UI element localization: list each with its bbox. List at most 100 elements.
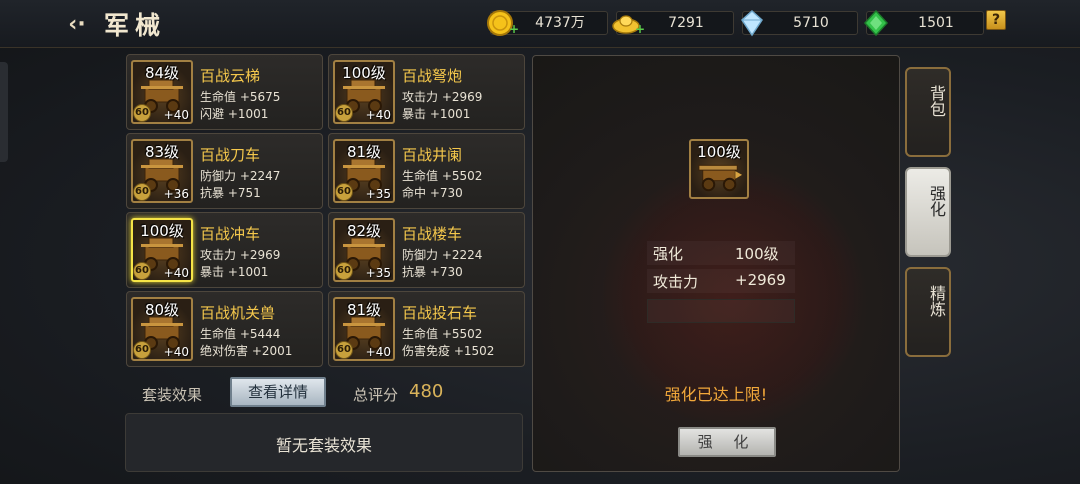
selected-level: 100级 xyxy=(697,143,741,161)
gold-ingot-value: 7291 xyxy=(668,15,704,31)
equipment-thumb: 83级 60 +36 xyxy=(131,139,193,203)
equipment-stat: 生命值 +5502 xyxy=(402,327,483,341)
equipment-name: 百战楼车 xyxy=(402,225,463,243)
equipment-name: 百战刀车 xyxy=(200,146,261,164)
equipment-card[interactable]: 83级 60 +36 百战刀车防御力 +2247 抗暴 +751 xyxy=(126,133,323,209)
equipment-level: 84级 xyxy=(144,64,180,82)
set-effect-label: 套装效果 xyxy=(142,386,203,404)
help-button[interactable]: ? xyxy=(986,10,1006,30)
equipment-stat: 绝对伤害 +2001 xyxy=(200,344,293,358)
plus-level: +35 xyxy=(365,187,391,201)
equipment-thumb: 80级 60 +40 xyxy=(131,297,193,361)
equipment-level: 80级 xyxy=(144,301,180,319)
equipment-level: 100级 xyxy=(342,64,386,82)
equipment-thumb: 100级 60 +40 xyxy=(333,60,395,124)
equipment-stat: 攻击力 +2969 xyxy=(200,248,281,262)
equipment-stat: 攻击力 +2969 xyxy=(402,90,483,104)
plus-level: +35 xyxy=(365,266,391,280)
plus-level: +36 xyxy=(163,187,189,201)
add-gold-icon[interactable]: + xyxy=(509,22,519,36)
gold-coin-value: 4737万 xyxy=(535,15,585,31)
equipment-stat: 防御力 +2247 xyxy=(200,169,281,183)
equipment-stat: 抗暴 +751 xyxy=(200,186,261,200)
equipment-name: 百战云梯 xyxy=(200,67,261,85)
detail-row-empty xyxy=(647,299,795,323)
equipment-card[interactable]: 81级 60 +40 百战投石车生命值 +5502 伤害免疫 +1502 xyxy=(328,291,525,367)
tier-badge: 60 xyxy=(133,262,151,280)
enhance-button[interactable]: 强 化 xyxy=(678,427,776,457)
plus-level: +40 xyxy=(365,108,391,122)
back-arrow-icon[interactable]: ‹· xyxy=(62,10,92,40)
tier-badge: 60 xyxy=(335,262,353,280)
equipment-level: 81级 xyxy=(346,143,382,161)
tier-badge: 60 xyxy=(335,104,353,122)
equipment-stat: 生命值 +5444 xyxy=(200,327,281,341)
detail-value: 100级 xyxy=(735,245,779,263)
plus-level: +40 xyxy=(163,108,189,122)
top-bar: ‹· 军械 + 4737万 + 7291 5710 1501 ? xyxy=(0,0,1080,48)
equipment-thumb: 82级 60 +35 xyxy=(333,218,395,282)
equipment-name: 百战冲车 xyxy=(200,225,261,243)
equipment-level: 83级 xyxy=(144,143,180,161)
equipment-card[interactable]: 81级 60 +35 百战井阑 生命值 +5502 命中 +730 xyxy=(328,133,525,209)
plus-level: +40 xyxy=(163,266,189,280)
tier-badge: 60 xyxy=(335,183,353,201)
tab-backpack[interactable]: 背包 xyxy=(905,67,951,157)
equipment-stat: 闪避 +1001 xyxy=(200,107,269,121)
jade-value: 1501 xyxy=(918,15,954,31)
tab-refine[interactable]: 精炼 xyxy=(905,267,951,357)
resource-gold-coin: + 4737万 xyxy=(487,10,608,36)
tab-label: 背包 xyxy=(927,85,946,117)
tab-label: 精炼 xyxy=(927,285,946,317)
crystal-icon xyxy=(741,9,763,37)
equipment-card[interactable]: 84级 60 +40 百战云梯生命值 +5675 闪避 +1001 xyxy=(126,54,323,130)
equipment-stat: 防御力 +2224 xyxy=(402,248,483,262)
detail-row-enhance: 强化 100级 xyxy=(647,241,795,265)
equipment-name: 百战弩炮 xyxy=(402,67,463,85)
resource-jade: 1501 xyxy=(863,9,984,37)
equipment-stat: 暴击 +1001 xyxy=(402,107,471,121)
add-ingot-icon[interactable]: + xyxy=(635,22,645,36)
tab-enhance[interactable]: 强化 xyxy=(905,167,951,257)
view-details-button[interactable]: 查看详情 xyxy=(230,377,326,407)
equipment-name: 百战井阑 xyxy=(402,146,463,164)
tier-badge: 60 xyxy=(335,341,353,359)
jade-icon xyxy=(863,9,889,37)
equipment-thumb: 100级 60 +40 xyxy=(131,218,193,282)
equipment-level: 82级 xyxy=(346,222,382,240)
detail-key: 强化 xyxy=(653,245,684,263)
left-panel-handle[interactable] xyxy=(0,62,8,162)
equipment-stat: 伤害免疫 +1502 xyxy=(402,344,495,358)
enhance-detail-panel: 100级 强化 100级 攻击力 +2969 强化已达上限! 强 化 xyxy=(532,55,900,472)
equipment-stat: 暴击 +1001 xyxy=(200,265,269,279)
resource-crystal: 5710 xyxy=(741,9,858,37)
no-set-effect-text: 暂无套装效果 xyxy=(275,436,372,455)
page-title: 军械 xyxy=(104,11,167,40)
equipment-stat: 抗暴 +730 xyxy=(402,265,463,279)
equipment-thumb: 81级 60 +35 xyxy=(333,139,395,203)
set-effect-box: 暂无套装效果 xyxy=(125,413,523,472)
equipment-card[interactable]: 100级 60 +40 百战弩炮攻击力 +2969 暴击 +1001 xyxy=(328,54,525,130)
selected-equipment-thumb: 100级 xyxy=(689,139,749,199)
tier-badge: 60 xyxy=(133,341,151,359)
plus-level: +40 xyxy=(163,345,189,359)
equipment-stat: 命中 +730 xyxy=(402,186,463,200)
equipment-name: 百战投石车 xyxy=(402,304,478,322)
plus-level: +40 xyxy=(365,345,391,359)
tab-label: 强化 xyxy=(927,185,946,217)
total-score-label: 总评分 xyxy=(353,386,399,404)
equipment-level: 81级 xyxy=(346,301,382,319)
equipment-thumb: 81级 60 +40 xyxy=(333,297,395,361)
detail-value: +2969 xyxy=(735,271,786,289)
equipment-card[interactable]: 80级 60 +40 百战机关兽生命值 +5444 绝对伤害 +2001 xyxy=(126,291,323,367)
tier-badge: 60 xyxy=(133,183,151,201)
enhance-max-text: 强化已达上限! xyxy=(664,385,768,404)
resource-gold-ingot: + 7291 xyxy=(612,11,734,36)
equipment-stat: 生命值 +5675 xyxy=(200,90,281,104)
tier-badge: 60 xyxy=(133,104,151,122)
detail-row-attack: 攻击力 +2969 xyxy=(647,269,795,293)
equipment-card[interactable]: 82级 60 +35 百战楼车防御力 +2224 抗暴 +730 xyxy=(328,212,525,288)
equipment-name: 百战机关兽 xyxy=(200,304,276,322)
equipment-card[interactable]: 100级 60 +40 百战冲车 攻击力 +2969 暴击 +1001 xyxy=(126,212,323,288)
detail-key: 攻击力 xyxy=(653,273,699,291)
